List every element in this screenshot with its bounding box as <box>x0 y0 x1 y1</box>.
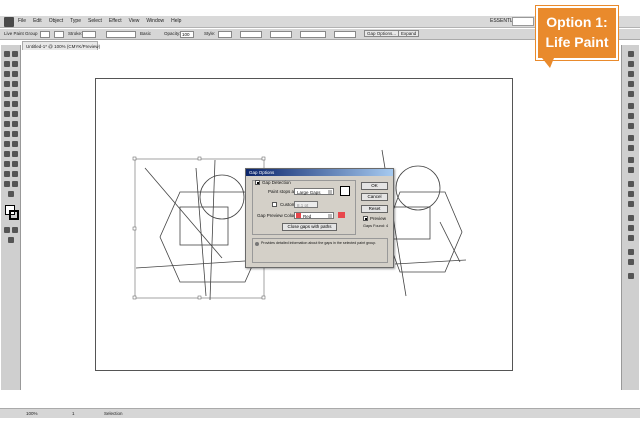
ok-button[interactable]: OK <box>361 182 388 190</box>
close-gaps-button[interactable]: Close gaps with paths <box>282 223 337 231</box>
right-hexagon[interactable] <box>384 191 463 273</box>
chevron-down-icon <box>328 190 332 194</box>
reset-button[interactable]: Reset <box>361 205 388 213</box>
gap-detection-checkbox[interactable] <box>255 180 260 185</box>
left-rectangle[interactable] <box>179 206 229 246</box>
gap-color-mini-swatch <box>296 213 301 218</box>
cancel-button[interactable]: Cancel <box>361 193 388 201</box>
artboard-page-number[interactable]: 1 <box>72 411 75 416</box>
callout-line-1: Option 1: <box>546 14 608 30</box>
callout-line-2: Life Paint <box>545 34 609 50</box>
gap-color-value: Red <box>303 214 312 219</box>
right-circle[interactable] <box>395 165 441 211</box>
callout-pointer <box>542 58 554 68</box>
gaps-found-readout: Gaps Found: 4 <box>363 224 389 228</box>
status-bar: 100% 1 Selection <box>0 408 640 418</box>
left-vertical-line-2[interactable] <box>209 159 216 301</box>
preview-label: Preview <box>370 216 387 221</box>
paint-stops-value: Large Gaps <box>297 190 321 195</box>
option-callout: Option 1: Life Paint <box>536 6 618 60</box>
left-diagonal-line[interactable] <box>144 167 223 259</box>
dialog-title: Gap Options <box>249 170 275 175</box>
status-mode[interactable]: Selection <box>104 411 123 416</box>
paint-stops-dropdown[interactable]: Large Gaps <box>294 188 334 195</box>
info-icon <box>255 242 259 246</box>
chevron-down-icon <box>328 214 332 218</box>
gap-size-preview <box>340 186 350 196</box>
gap-color-label: Gap Preview Color: <box>257 213 297 218</box>
custom-gap-value: 8.1 pt <box>297 203 309 208</box>
gap-detection-label: Gap Detection <box>262 180 291 185</box>
left-vertical-line[interactable] <box>195 167 207 297</box>
right-horizontal-line[interactable] <box>394 259 467 265</box>
info-note: Provides detailed information about the … <box>261 241 377 245</box>
dialog-titlebar[interactable]: Gap Options <box>246 169 393 176</box>
gap-color-swatch[interactable] <box>338 212 345 218</box>
left-horizontal-line[interactable] <box>135 260 246 269</box>
right-diagonal-line[interactable] <box>439 221 461 263</box>
left-circle[interactable] <box>199 174 245 220</box>
custom-gap-field[interactable]: 8.1 pt <box>294 201 318 208</box>
gap-color-dropdown[interactable]: Red <box>294 212 334 219</box>
custom-checkbox[interactable] <box>272 202 277 207</box>
gap-options-dialog: Gap Options Gap Detection Paint stops at… <box>245 168 394 268</box>
paint-stops-label: Paint stops at: <box>268 189 297 194</box>
zoom-level[interactable]: 100% <box>26 411 38 416</box>
preview-checkbox[interactable] <box>363 216 368 221</box>
right-rectangle[interactable] <box>391 206 431 240</box>
